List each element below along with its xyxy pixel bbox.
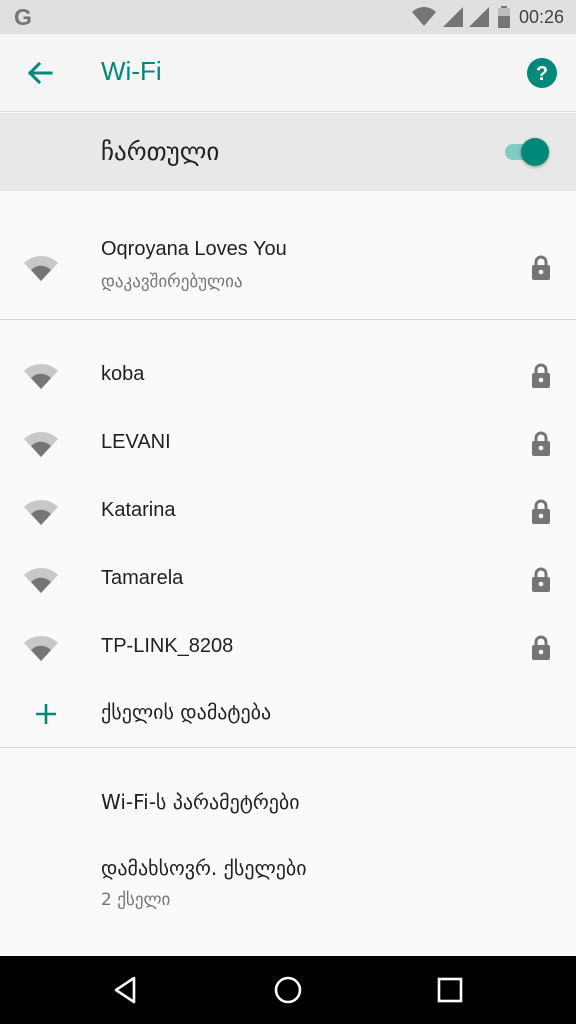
help-icon[interactable]: ? xyxy=(526,57,558,89)
network-name: Katarina xyxy=(101,499,176,521)
divider xyxy=(0,319,576,320)
network-name: Oqroyana Loves You xyxy=(101,238,287,260)
toggle-thumb xyxy=(521,138,549,166)
wifi-preferences-label: Wi-Fi-ს პარამეტრები xyxy=(101,790,300,814)
lock-icon xyxy=(532,255,550,280)
navigation-bar xyxy=(0,956,576,1024)
saved-networks-label: დამახსოვრ. ქსელები xyxy=(101,856,307,880)
status-bar: G 00:26 xyxy=(0,0,576,34)
divider xyxy=(0,747,576,748)
lock-icon xyxy=(532,567,550,592)
network-name: Tamarela xyxy=(101,567,184,589)
saved-networks-count: 2 ქსელი xyxy=(101,890,171,910)
battery-icon xyxy=(497,6,510,28)
app-bar: Wi-Fi ? xyxy=(0,34,576,112)
wifi-signal-icon xyxy=(24,635,58,661)
wifi-switch-label: ჩართული xyxy=(101,137,220,166)
arrow-back-icon[interactable] xyxy=(22,56,56,90)
wifi-toggle[interactable] xyxy=(503,135,553,169)
wifi-signal-icon xyxy=(24,499,58,525)
google-logo: G xyxy=(14,4,32,30)
lock-icon xyxy=(532,635,550,660)
network-name: koba xyxy=(101,363,145,385)
wifi-master-switch-row[interactable]: ჩართული xyxy=(0,113,576,191)
network-status: დაკავშირებულია xyxy=(101,272,243,292)
plus-icon xyxy=(36,704,56,724)
add-network-button[interactable]: ქსელის დამატება xyxy=(0,700,576,730)
page-title: Wi-Fi xyxy=(101,56,162,86)
wifi-signal-icon xyxy=(24,431,58,457)
connected-network-row[interactable]: Oqroyana Loves You დაკავშირებულია xyxy=(0,222,576,304)
wifi-signal-icon xyxy=(24,567,58,593)
recents-square-icon[interactable] xyxy=(434,974,466,1006)
network-row[interactable]: Tamarela xyxy=(0,556,576,612)
add-network-label: ქსელის დამატება xyxy=(101,700,272,724)
network-row[interactable]: TP-LINK_8208 xyxy=(0,624,576,680)
clock: 00:26 xyxy=(518,6,564,27)
status-icons: 00:26 xyxy=(411,6,564,28)
back-triangle-icon[interactable] xyxy=(110,974,142,1006)
svg-text:?: ? xyxy=(536,63,548,85)
lock-icon xyxy=(532,499,550,524)
network-name: LEVANI xyxy=(101,431,171,453)
cell-signal-icon xyxy=(468,7,489,27)
wifi-signal-icon xyxy=(24,363,58,389)
lock-icon xyxy=(532,431,550,456)
wifi-signal-icon xyxy=(24,255,58,281)
network-row[interactable]: LEVANI xyxy=(0,420,576,476)
saved-networks-item[interactable]: დამახსოვრ. ქსელები 2 ქსელი xyxy=(0,852,576,922)
home-circle-icon[interactable] xyxy=(272,974,304,1006)
network-name: TP-LINK_8208 xyxy=(101,635,234,657)
cell-signal-icon xyxy=(442,7,463,27)
network-row[interactable]: Katarina xyxy=(0,488,576,544)
wifi-signal-icon xyxy=(411,7,436,27)
wifi-preferences-item[interactable]: Wi-Fi-ს პარამეტრები xyxy=(0,786,576,822)
lock-icon xyxy=(532,363,550,388)
network-row[interactable]: koba xyxy=(0,352,576,408)
